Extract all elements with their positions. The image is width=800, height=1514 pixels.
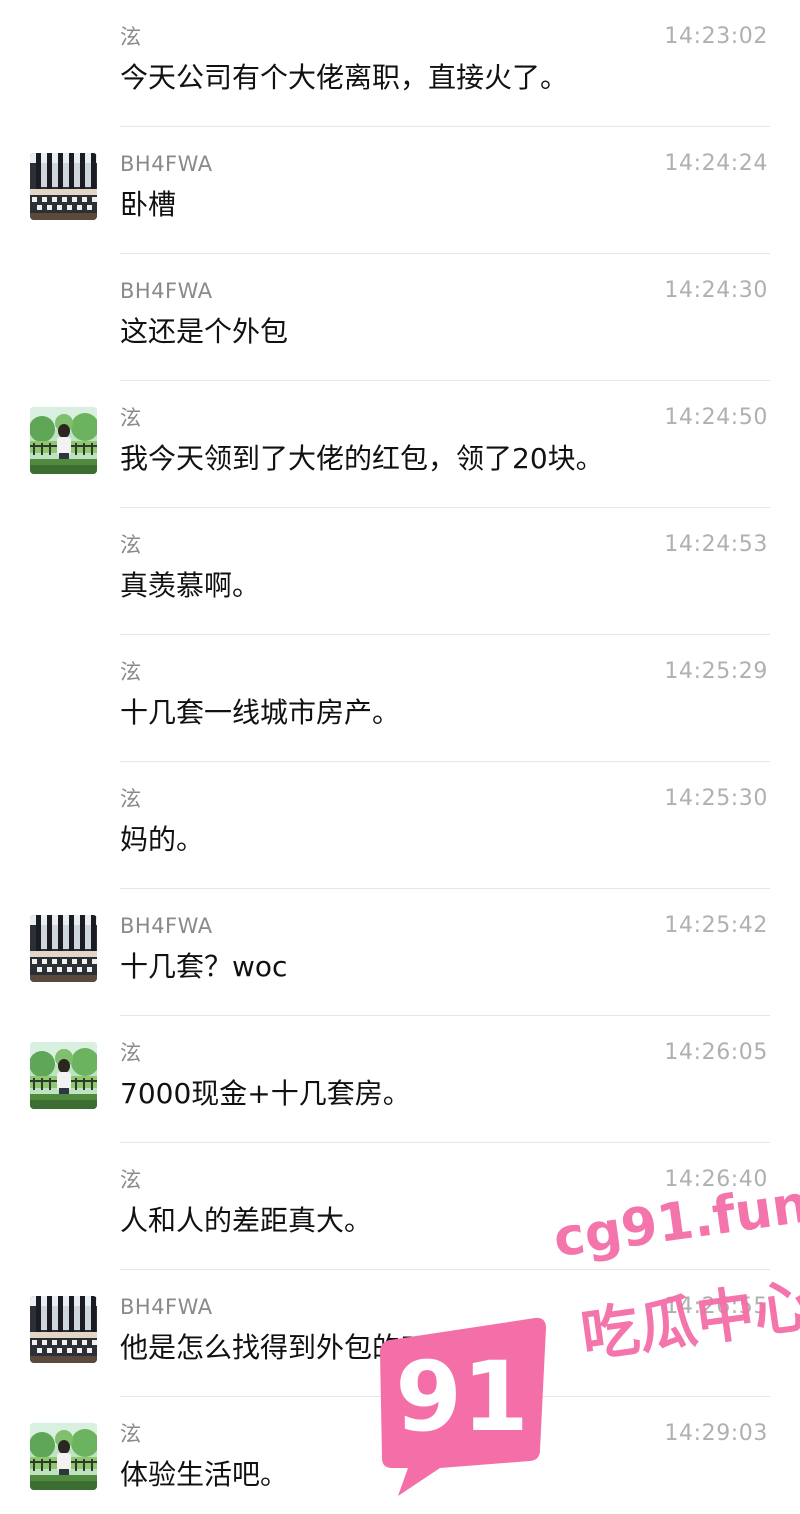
message-item[interactable]: 泫 14:25:30 妈的。 bbox=[0, 762, 800, 889]
park-avatar[interactable] bbox=[30, 407, 97, 474]
building-avatar-icon bbox=[30, 153, 97, 220]
message-time: 14:25:30 bbox=[664, 786, 768, 811]
message-time: 14:26:05 bbox=[664, 1040, 768, 1065]
sender-name: BH4FWA bbox=[120, 914, 213, 938]
message-item[interactable]: 泫 14:24:50 我今天领到了大佬的红包，领了20块。 bbox=[0, 381, 800, 508]
sender-name: 泫 bbox=[120, 533, 142, 557]
building-avatar[interactable] bbox=[30, 1296, 97, 1363]
message-text: 妈的。 bbox=[120, 823, 205, 856]
message-time: 14:24:53 bbox=[664, 532, 768, 557]
message-text: 体验生活吧。 bbox=[120, 1458, 289, 1491]
message-time: 14:29:03 bbox=[664, 1421, 768, 1446]
message-text: 人和人的差距真大。 bbox=[120, 1204, 373, 1237]
message-text: 他是怎么找得到外包的工作的 bbox=[120, 1331, 485, 1364]
sender-name: 泫 bbox=[120, 787, 142, 811]
message-text: 十几套？woc bbox=[120, 950, 288, 983]
message-time: 14:26:55 bbox=[664, 1294, 768, 1319]
sender-name: BH4FWA bbox=[120, 152, 213, 176]
message-item[interactable]: BH4FWA 14:24:30 这还是个外包 bbox=[0, 254, 800, 381]
message-text: 我今天领到了大佬的红包，领了20块。 bbox=[120, 442, 604, 475]
message-time: 14:24:50 bbox=[664, 405, 768, 430]
message-item[interactable]: 泫 14:23:02 今天公司有个大佬离职，直接火了。 bbox=[0, 0, 800, 127]
park-avatar[interactable] bbox=[30, 1042, 97, 1109]
sender-name: 泫 bbox=[120, 406, 142, 430]
sender-name: 泫 bbox=[120, 1041, 142, 1065]
sender-name: 泫 bbox=[120, 1422, 142, 1446]
message-time: 14:23:02 bbox=[664, 24, 768, 49]
message-item[interactable]: BH4FWA 14:25:42 十几套？woc bbox=[0, 889, 800, 1016]
message-item[interactable]: BH4FWA 14:24:24 卧槽 bbox=[0, 127, 800, 254]
park-avatar-icon bbox=[30, 1042, 97, 1109]
message-item[interactable]: 泫 14:25:29 十几套一线城市房产。 bbox=[0, 635, 800, 762]
message-item[interactable]: 泫 14:29:03 体验生活吧。 bbox=[0, 1397, 800, 1514]
sender-name: BH4FWA bbox=[120, 279, 213, 303]
park-avatar-icon bbox=[30, 1423, 97, 1490]
message-text: 卧槽 bbox=[120, 188, 177, 221]
message-item[interactable]: BH4FWA 14:26:55 他是怎么找得到外包的工作的 bbox=[0, 1270, 800, 1397]
message-text: 今天公司有个大佬离职，直接火了。 bbox=[120, 61, 569, 94]
park-avatar[interactable] bbox=[30, 1423, 97, 1490]
building-avatar-icon bbox=[30, 1296, 97, 1363]
message-time: 14:24:30 bbox=[664, 278, 768, 303]
message-time: 14:25:42 bbox=[664, 913, 768, 938]
sender-name: BH4FWA bbox=[120, 1295, 213, 1319]
sender-name: 泫 bbox=[120, 660, 142, 684]
message-text: 真羡慕啊。 bbox=[120, 569, 261, 602]
park-avatar-icon bbox=[30, 407, 97, 474]
message-item[interactable]: 泫 14:24:53 真羡慕啊。 bbox=[0, 508, 800, 635]
message-time: 14:24:24 bbox=[664, 151, 768, 176]
message-item[interactable]: 泫 14:26:05 7000现金+十几套房。 bbox=[0, 1016, 800, 1143]
building-avatar[interactable] bbox=[30, 153, 97, 220]
sender-name: 泫 bbox=[120, 1168, 142, 1192]
message-text: 这还是个外包 bbox=[120, 315, 289, 348]
message-time: 14:25:29 bbox=[664, 659, 768, 684]
chat-message-list: 泫 14:23:02 今天公司有个大佬离职，直接火了。 BH4FWA 14:24… bbox=[0, 0, 800, 1514]
building-avatar-icon bbox=[30, 915, 97, 982]
message-text: 十几套一线城市房产。 bbox=[120, 696, 401, 729]
sender-name: 泫 bbox=[120, 25, 142, 49]
message-text: 7000现金+十几套房。 bbox=[120, 1077, 411, 1110]
message-time: 14:26:40 bbox=[664, 1167, 768, 1192]
message-item[interactable]: 泫 14:26:40 人和人的差距真大。 bbox=[0, 1143, 800, 1270]
building-avatar[interactable] bbox=[30, 915, 97, 982]
